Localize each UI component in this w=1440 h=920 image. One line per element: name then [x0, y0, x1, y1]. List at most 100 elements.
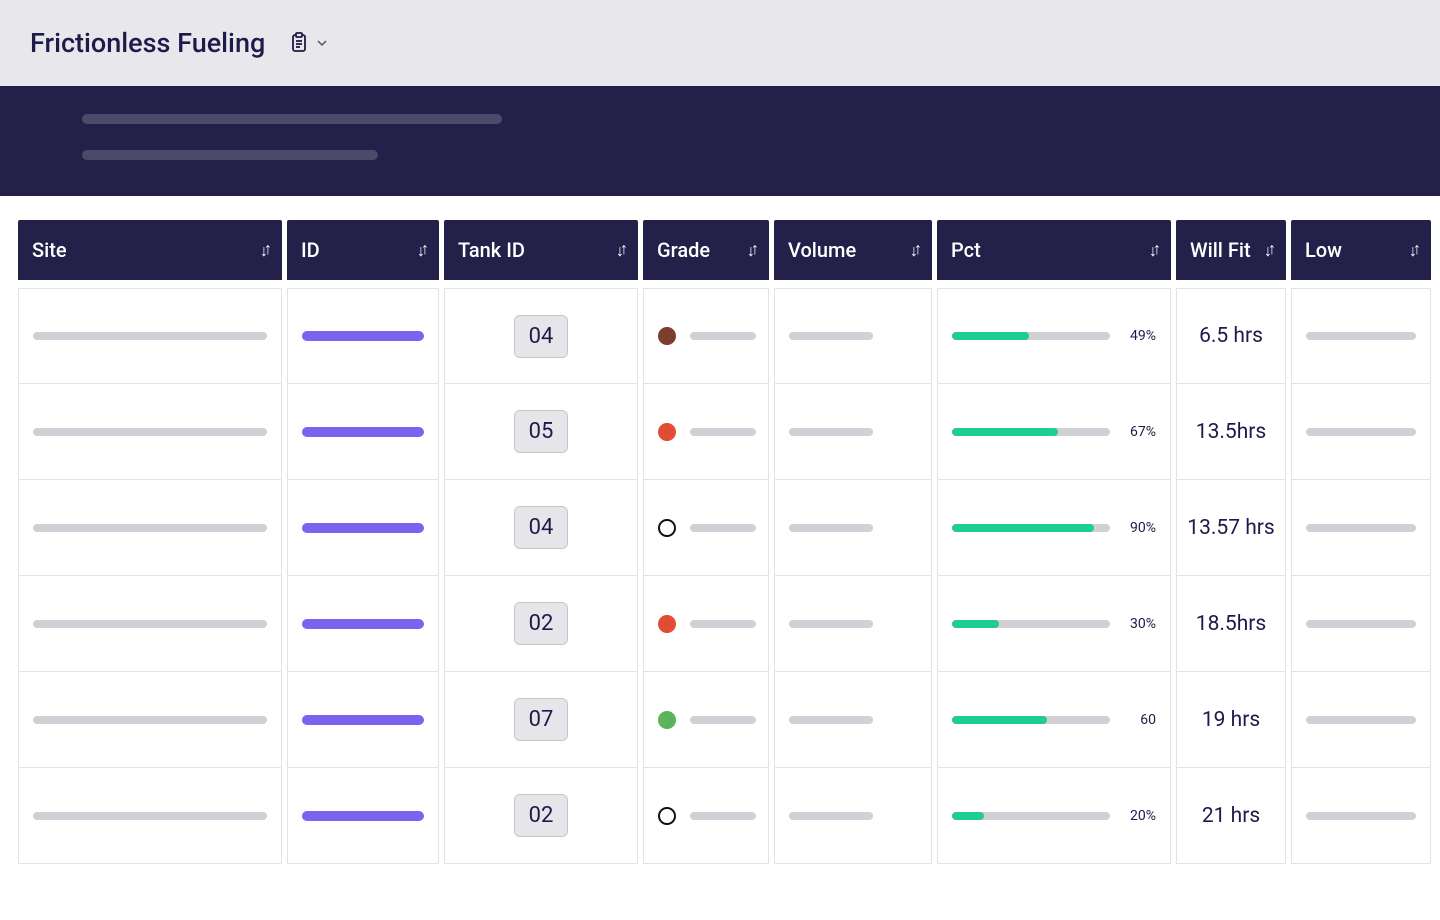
cell-will-fit: 13.5hrs — [1176, 384, 1286, 480]
cell-pct: 60 — [937, 672, 1171, 768]
placeholder-bar — [789, 524, 873, 532]
grade-dot-icon — [658, 423, 676, 441]
cell-low — [1291, 384, 1431, 480]
cell-volume — [774, 384, 932, 480]
cell-pct: 67% — [937, 384, 1171, 480]
cell-will-fit: 18.5hrs — [1176, 576, 1286, 672]
table-row[interactable]: 02 30% 18.5hrs — [18, 576, 1440, 672]
cell-id — [287, 480, 439, 576]
tank-id-pill: 04 — [514, 315, 569, 358]
cell-site — [18, 384, 282, 480]
cell-id — [287, 384, 439, 480]
clipboard-icon — [287, 31, 311, 55]
placeholder-bar — [33, 620, 267, 628]
cell-will-fit: 19 hrs — [1176, 672, 1286, 768]
column-header-pct[interactable]: Pct ↓↑ — [937, 220, 1171, 280]
cell-volume — [774, 288, 932, 384]
pct-label: 30% — [1122, 616, 1156, 632]
table-body: 0449%6.5 hrs0567%13.5hrs0490%13.57 hrs02… — [18, 280, 1440, 864]
table-container: Site ↓↑ ID ↓↑ Tank ID ↓↑ Grade↓↑ Volume ↓↑ P… — [0, 196, 1440, 864]
cell-grade — [643, 576, 769, 672]
column-header-will-fit[interactable]: Will Fit ↓↑ — [1176, 220, 1286, 280]
placeholder-bar — [789, 620, 873, 628]
will-fit-value: 6.5 hrs — [1199, 324, 1263, 348]
column-header-tank-id[interactable]: Tank ID ↓↑ — [444, 220, 638, 280]
sort-icon: ↓↑ — [1149, 240, 1157, 260]
column-label: Will Fit — [1190, 238, 1251, 262]
grade-dot-icon — [658, 519, 676, 537]
sort-icon: ↓↑ — [417, 240, 425, 260]
cell-grade — [643, 672, 769, 768]
sort-icon: ↓↑ — [616, 240, 624, 260]
cell-grade — [643, 480, 769, 576]
cell-tank-id: 04 — [444, 288, 638, 384]
cell-id — [287, 768, 439, 864]
pct-progress-fill — [952, 716, 1047, 724]
placeholder-bar — [690, 716, 756, 724]
sort-icon: ↓↑ — [260, 240, 268, 260]
pct-progress-fill — [952, 428, 1058, 436]
will-fit-value: 19 hrs — [1202, 708, 1260, 732]
column-header-site[interactable]: Site ↓↑ — [18, 220, 282, 280]
placeholder-bar — [33, 716, 267, 724]
column-header-volume[interactable]: Volume ↓↑ — [774, 220, 932, 280]
table-row[interactable]: 0220%21 hrs — [18, 768, 1440, 864]
pct-label: 90% — [1122, 520, 1156, 536]
cell-site — [18, 480, 282, 576]
grade-dot-icon — [658, 807, 676, 825]
placeholder-bar — [302, 619, 424, 629]
report-picker[interactable] — [287, 31, 327, 55]
placeholder-bar — [690, 620, 756, 628]
pct-progress-bar — [952, 524, 1110, 532]
cell-id — [287, 576, 439, 672]
placeholder-bar — [690, 332, 756, 340]
sort-icon: ↓↑ — [1264, 240, 1272, 260]
table-header-row: Site ↓↑ ID ↓↑ Tank ID ↓↑ Grade↓↑ Volume ↓↑ P… — [18, 220, 1440, 280]
column-label: Tank ID — [458, 238, 525, 262]
cell-will-fit: 6.5 hrs — [1176, 288, 1286, 384]
will-fit-value: 18.5hrs — [1196, 612, 1266, 636]
hero-banner — [0, 86, 1440, 196]
cell-will-fit: 13.57 hrs — [1176, 480, 1286, 576]
placeholder-bar — [33, 524, 267, 532]
topbar: Frictionless Fueling — [0, 0, 1440, 86]
cell-pct: 90% — [937, 480, 1171, 576]
tank-id-pill: 04 — [514, 506, 569, 549]
column-header-grade[interactable]: Grade↓↑ — [643, 220, 769, 280]
cell-grade — [643, 768, 769, 864]
column-label: Site — [32, 238, 67, 262]
table-row[interactable]: 04 49% 6.5 hrs — [18, 280, 1440, 384]
table-row[interactable]: 07 60 19 hrs — [18, 672, 1440, 768]
pct-label: 49% — [1122, 328, 1156, 344]
pct-progress-bar — [952, 812, 1110, 820]
cell-tank-id: 04 — [444, 480, 638, 576]
cell-low — [1291, 576, 1431, 672]
pct-progress-fill — [952, 620, 999, 628]
placeholder-bar — [789, 716, 873, 724]
table-row[interactable]: 04 90% 13.57 hrs — [18, 480, 1440, 576]
column-label: Volume — [788, 238, 856, 262]
grade-dot-icon — [658, 327, 676, 345]
sort-icon: ↓↑ — [1409, 240, 1417, 260]
column-header-low[interactable]: Low ↓↑ — [1291, 220, 1431, 280]
sort-icon: ↓↑ — [910, 240, 918, 260]
placeholder-bar — [1306, 812, 1416, 820]
column-label: Low — [1305, 238, 1342, 262]
cell-volume — [774, 480, 932, 576]
cell-site — [18, 768, 282, 864]
will-fit-value: 13.5hrs — [1196, 420, 1266, 444]
pct-progress-bar — [952, 716, 1110, 724]
tank-id-pill: 07 — [514, 698, 569, 741]
placeholder-bar — [302, 331, 424, 341]
column-label: ID — [301, 238, 320, 262]
cell-tank-id: 02 — [444, 576, 638, 672]
column-label: Pct — [951, 238, 981, 262]
table-row[interactable]: 05 67% 13.5hrs — [18, 384, 1440, 480]
placeholder-bar — [302, 811, 424, 821]
hero-skeleton-line — [82, 114, 502, 124]
placeholder-bar — [1306, 524, 1416, 532]
cell-tank-id: 05 — [444, 384, 638, 480]
tank-id-pill: 05 — [514, 410, 569, 453]
column-header-id[interactable]: ID ↓↑ — [287, 220, 439, 280]
placeholder-bar — [1306, 620, 1416, 628]
